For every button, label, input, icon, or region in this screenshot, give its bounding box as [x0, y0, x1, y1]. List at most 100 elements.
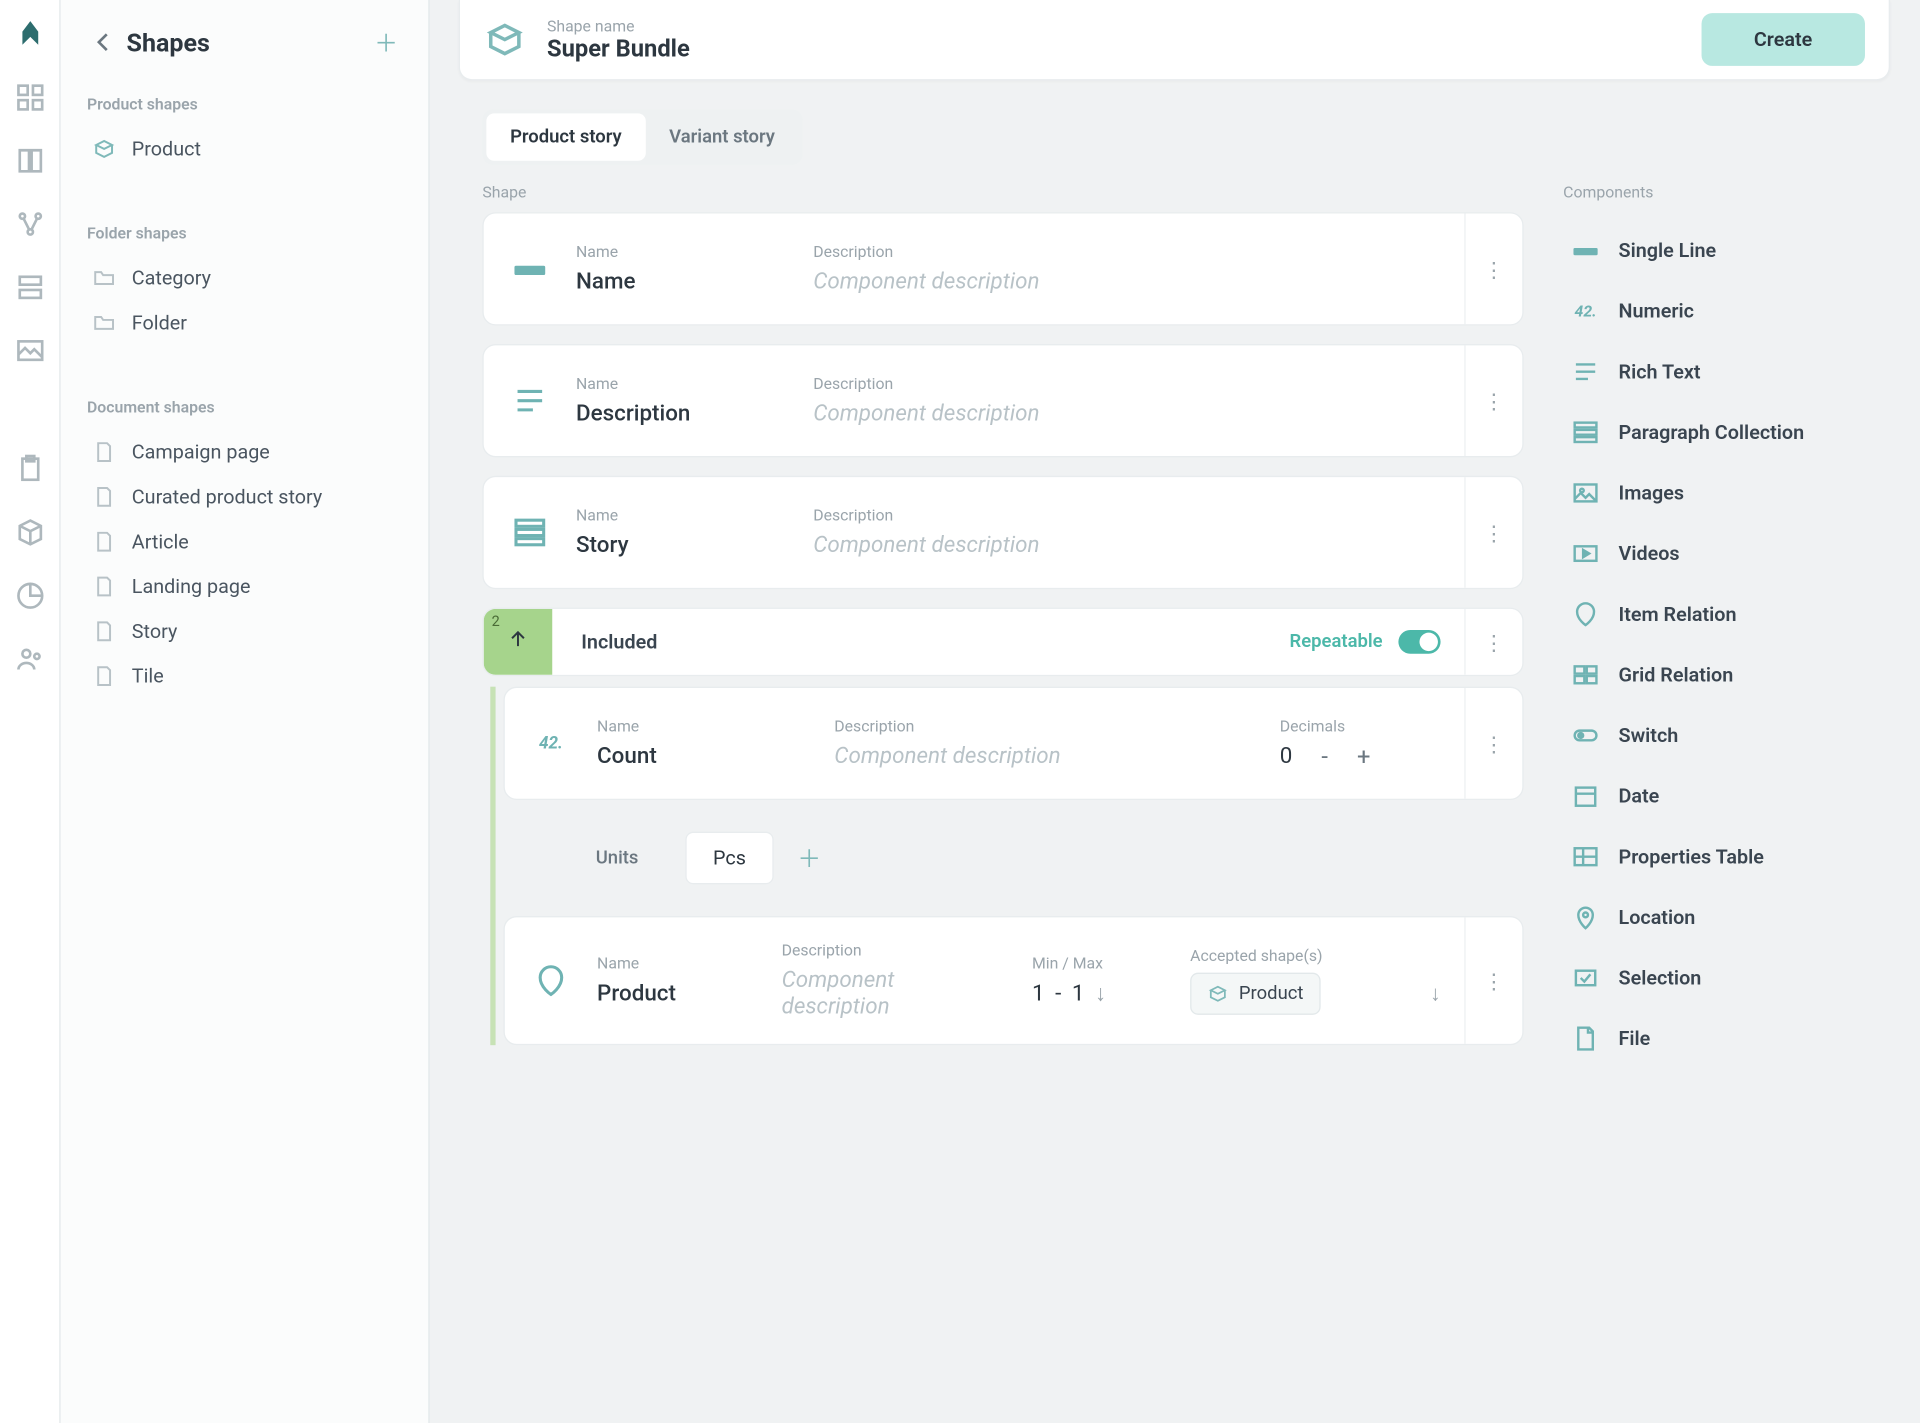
arrow-down-icon[interactable]: ↓ [1430, 981, 1441, 1007]
location-icon [1571, 903, 1600, 932]
unit-chip[interactable]: Pcs [685, 832, 773, 885]
shape-name-input[interactable]: Super Bundle [547, 35, 1680, 63]
increment-button[interactable]: + [1357, 743, 1370, 771]
add-unit-button[interactable]: ＋ [797, 841, 821, 875]
document-icon [92, 575, 116, 599]
chunk-count-value: 2 [492, 613, 500, 630]
palette-paragraph[interactable]: Paragraph Collection [1563, 402, 1853, 463]
component-name-input[interactable]: Description [576, 401, 813, 427]
component-card-name: NameName DescriptionComponent descriptio… [482, 212, 1523, 325]
field-label: Accepted shape(s) [1190, 946, 1464, 964]
sidebar-item-product[interactable]: Product [87, 127, 402, 172]
palette-selection[interactable]: Selection [1563, 948, 1853, 1009]
repeatable-toggle[interactable]: Repeatable [1289, 630, 1464, 654]
component-desc-input[interactable]: Component description [813, 401, 1438, 427]
palette-item-relation[interactable]: Item Relation [1563, 584, 1853, 645]
min-value[interactable]: 1 [1032, 981, 1045, 1007]
sidebar-title: Shapes [127, 27, 371, 57]
shape-name-label: Shape name [547, 16, 1680, 34]
field-label: Name [576, 506, 813, 524]
component-desc-input[interactable]: Component description [782, 967, 1006, 1020]
sidebar-item-landing[interactable]: Landing page [87, 564, 402, 609]
more-menu-button[interactable]: ⋮ [1464, 609, 1522, 675]
palette-videos[interactable]: Videos [1563, 523, 1853, 584]
palette-switch[interactable]: Switch [1563, 705, 1853, 766]
component-name-input[interactable]: Name [576, 269, 813, 295]
nav-layers-icon[interactable] [14, 272, 46, 304]
folder-icon [92, 266, 116, 290]
back-arrow-icon[interactable] [87, 26, 119, 58]
field-label: Name [576, 374, 813, 392]
toggle-switch[interactable] [1398, 630, 1440, 654]
sidebar-item-tile[interactable]: Tile [87, 654, 402, 699]
nav-pie-icon[interactable] [14, 580, 46, 612]
switch-icon [1571, 721, 1600, 750]
component-name-input[interactable]: Count [597, 743, 834, 769]
paragraph-collection-icon [1571, 418, 1600, 447]
rich-text-icon [1571, 357, 1600, 386]
create-button[interactable]: Create [1701, 13, 1865, 66]
nav-network-icon[interactable] [14, 208, 46, 240]
palette-location[interactable]: Location [1563, 887, 1853, 948]
component-desc-input[interactable]: Component description [813, 532, 1438, 558]
story-tabs: Product story Variant story [482, 109, 802, 164]
field-label: Decimals [1280, 716, 1465, 734]
palette-item-label: Paragraph Collection [1619, 420, 1805, 444]
paragraph-collection-icon [511, 514, 548, 551]
component-name-input[interactable]: Product [597, 981, 782, 1007]
palette-file[interactable]: File [1563, 1008, 1853, 1069]
main-pane: Shape name Super Bundle Create Product s… [430, 0, 1919, 1423]
component-card-count: 42. NameCount DescriptionComponent descr… [503, 687, 1523, 800]
nav-book-icon[interactable] [14, 145, 46, 177]
component-desc-input[interactable]: Component description [834, 743, 1253, 769]
nav-users-icon[interactable] [14, 643, 46, 675]
tab-variant-story[interactable]: Variant story [645, 113, 798, 160]
sidebar-item-label: Tile [132, 664, 164, 688]
sidebar-item-article[interactable]: Article [87, 519, 402, 564]
sidebar-item-folder[interactable]: Folder [87, 301, 402, 346]
palette-item-label: Grid Relation [1619, 663, 1734, 687]
sidebar-item-label: Curated product story [132, 485, 322, 509]
decrement-button[interactable]: - [1321, 743, 1328, 771]
accepted-shape-chip[interactable]: Product [1190, 973, 1320, 1015]
palette-properties-table[interactable]: Properties Table [1563, 826, 1853, 887]
sidebar-item-curated[interactable]: Curated product story [87, 474, 402, 519]
palette-item-label: Single Line [1619, 239, 1717, 263]
palette-images[interactable]: Images [1563, 463, 1853, 524]
add-shape-button[interactable]: ＋ [370, 26, 402, 58]
icon-rail [0, 0, 61, 1423]
nav-box-icon[interactable] [14, 517, 46, 549]
arrow-down-icon[interactable]: ↓ [1095, 981, 1106, 1007]
nav-grid-icon[interactable] [14, 82, 46, 114]
sidebar-item-campaign-page[interactable]: Campaign page [87, 430, 402, 475]
palette-rich-text[interactable]: Rich Text [1563, 341, 1853, 402]
sidebar-item-category[interactable]: Category [87, 256, 402, 301]
component-name-input[interactable]: Story [576, 532, 813, 558]
single-line-icon [1571, 236, 1600, 265]
chunk-title-input[interactable]: Included [552, 630, 1289, 654]
nav-clipboard-icon[interactable] [14, 453, 46, 485]
sidebar: Shapes ＋ Product shapes Product Folder s… [61, 0, 430, 1423]
tab-product-story[interactable]: Product story [486, 113, 645, 160]
file-icon [1571, 1024, 1600, 1053]
sidebar-item-label: Story [132, 619, 178, 643]
field-label: Description [813, 243, 1438, 261]
arrow-up-icon[interactable] [506, 627, 530, 656]
more-menu-button[interactable]: ⋮ [1464, 477, 1522, 588]
palette-item-label: Date [1619, 784, 1660, 808]
header-bar: Shape name Super Bundle Create [459, 0, 1890, 80]
max-value[interactable]: 1 [1072, 981, 1085, 1007]
more-menu-button[interactable]: ⋮ [1464, 345, 1522, 456]
component-card-description: NameDescription DescriptionComponent des… [482, 344, 1523, 457]
sidebar-item-story[interactable]: Story [87, 609, 402, 654]
palette-numeric[interactable]: 42.Numeric [1563, 281, 1853, 342]
more-menu-button[interactable]: ⋮ [1464, 214, 1522, 325]
more-menu-button[interactable]: ⋮ [1464, 917, 1522, 1044]
palette-grid-relation[interactable]: Grid Relation [1563, 645, 1853, 706]
logo [14, 18, 46, 50]
palette-date[interactable]: Date [1563, 766, 1853, 827]
more-menu-button[interactable]: ⋮ [1464, 688, 1522, 799]
nav-image-icon[interactable] [14, 335, 46, 367]
component-desc-input[interactable]: Component description [813, 269, 1438, 295]
palette-single-line[interactable]: Single Line [1563, 220, 1853, 281]
